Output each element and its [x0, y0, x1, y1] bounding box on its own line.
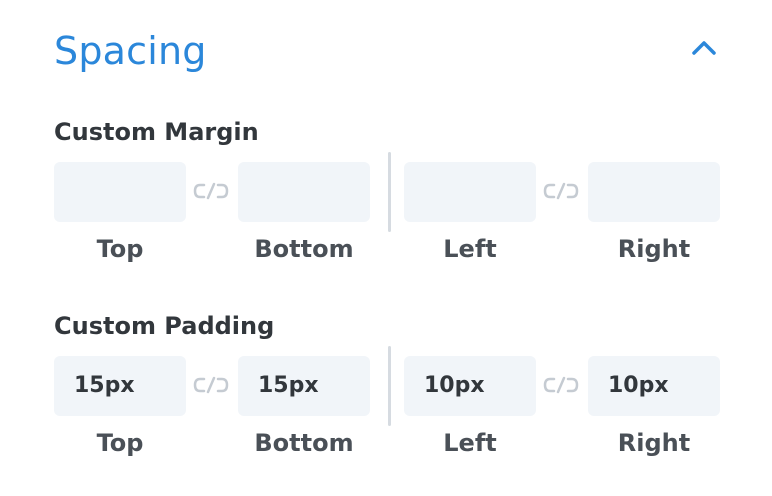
padding-bottom-label: Bottom [254, 429, 354, 457]
margin-right-input[interactable] [588, 162, 720, 222]
padding-right-input[interactable]: 10px [588, 356, 720, 416]
margin-left-label: Left [443, 235, 497, 263]
field-divider [388, 152, 391, 232]
padding-left-label: Left [443, 429, 497, 457]
margin-right-label: Right [617, 235, 691, 263]
chevron-up-icon[interactable] [690, 38, 718, 58]
section-title[interactable]: Spacing [54, 26, 207, 76]
field-divider [388, 346, 391, 426]
padding-top-label: Top [96, 429, 144, 457]
padding-bottom-input[interactable]: 15px [238, 356, 370, 416]
margin-left-input[interactable] [404, 162, 536, 222]
padding-right-label: Right [617, 429, 691, 457]
padding-left-input[interactable]: 10px [404, 356, 536, 416]
margin-top-label: Top [96, 235, 144, 263]
unlink-icon[interactable] [192, 180, 230, 202]
margin-bottom-input[interactable] [238, 162, 370, 222]
unlink-icon[interactable] [192, 374, 230, 396]
margin-top-input[interactable] [54, 162, 186, 222]
padding-top-input[interactable]: 15px [54, 356, 186, 416]
unlink-icon[interactable] [542, 374, 580, 396]
margin-bottom-label: Bottom [254, 235, 354, 263]
custom-padding-label: Custom Padding [54, 312, 275, 340]
custom-margin-label: Custom Margin [54, 118, 259, 146]
unlink-icon[interactable] [542, 180, 580, 202]
